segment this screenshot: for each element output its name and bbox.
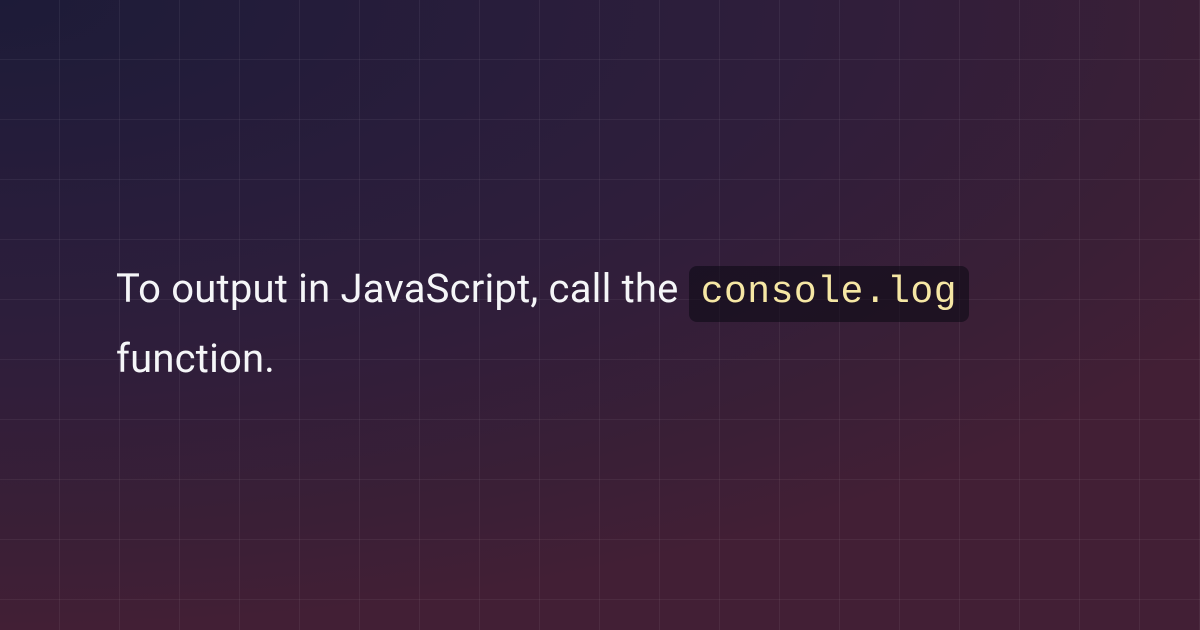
content-paragraph: To output in JavaScript, call the consol… [116,254,1084,394]
text-after-code: function. [116,335,275,382]
text-before-code: To output in JavaScript, call the [116,265,689,312]
inline-code-snippet: console.log [689,266,969,322]
